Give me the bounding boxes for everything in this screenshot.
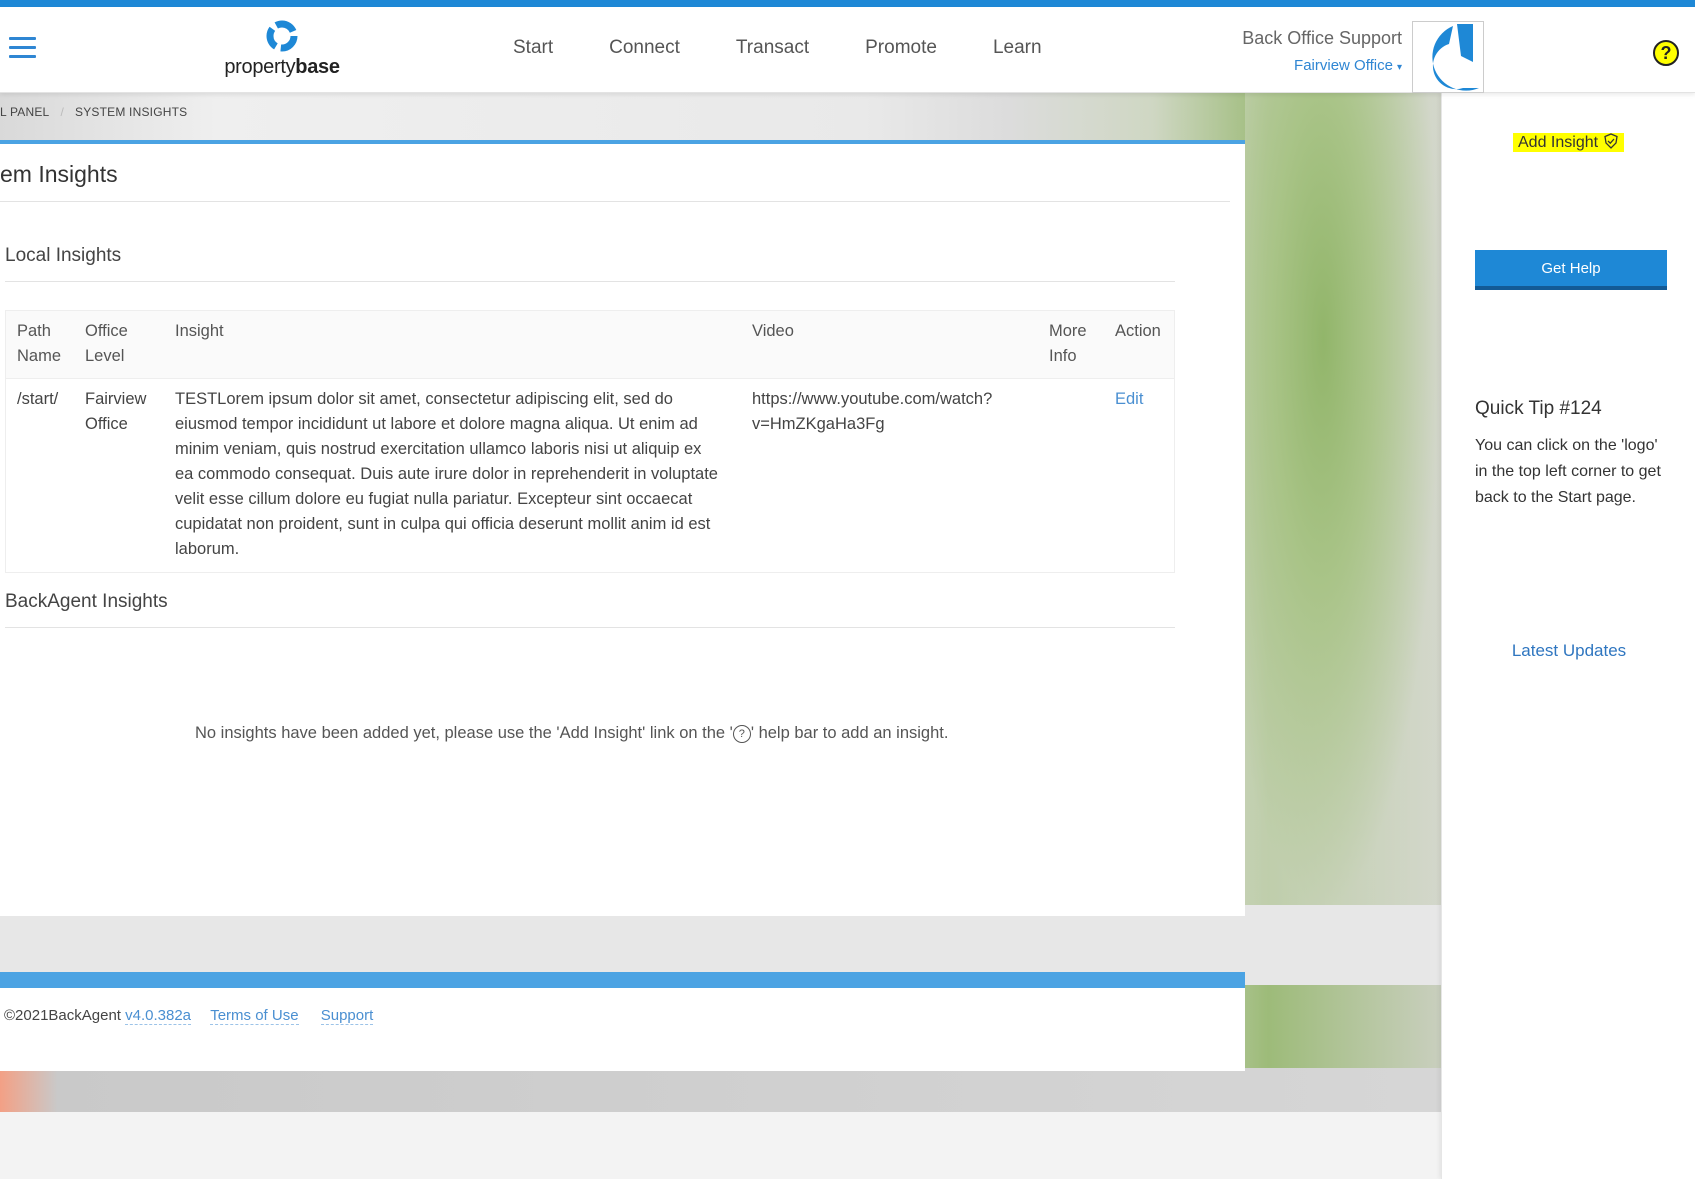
- terms-link[interactable]: Terms of Use: [210, 1007, 299, 1025]
- office-name: Fairview Office: [1294, 57, 1393, 74]
- propertybase-logo[interactable]: propertybase: [222, 19, 342, 85]
- col-action: Action: [1115, 322, 1161, 340]
- page-bottom-area: [0, 1112, 1441, 1179]
- top-accent-bar: [0, 0, 1695, 7]
- chevron-down-icon: ▾: [1396, 62, 1402, 73]
- logo-mark-icon: [266, 20, 298, 52]
- divider: [0, 201, 1230, 202]
- table-header-row: Path Name Office Level Insight Video More I…: [5, 310, 1175, 379]
- col-path-name: Path Name: [17, 322, 62, 365]
- cell-office: Fairview Office: [85, 390, 147, 433]
- footer: ©2021BackAgent v4.0.382a Terms of Use Su…: [0, 988, 1245, 1071]
- nav-start[interactable]: Start: [513, 37, 553, 59]
- col-video: Video: [752, 322, 794, 340]
- shield-check-icon: [1603, 133, 1618, 149]
- copyright: ©2021BackAgent: [4, 1007, 126, 1024]
- logo-text: propertybase: [224, 56, 340, 78]
- nav-connect[interactable]: Connect: [609, 37, 680, 59]
- backagent-insights-heading: BackAgent Insights: [5, 591, 168, 612]
- app-header: propertybase Start Connect Transact Prom…: [0, 7, 1695, 93]
- breadcrumb-item-system-insights: SYSTEM INSIGHTS: [74, 105, 188, 119]
- add-insight-link[interactable]: Add Insight: [1513, 133, 1624, 152]
- divider: [5, 281, 1175, 282]
- col-more-info: More Info: [1049, 322, 1087, 365]
- col-office-level: Office Level: [85, 322, 128, 365]
- breadcrumb: L PANEL / SYSTEM INSIGHTS: [0, 105, 187, 119]
- local-insights-heading: Local Insights: [5, 245, 122, 266]
- support-link[interactable]: Support: [320, 1007, 374, 1025]
- quick-tip-title: Quick Tip #124: [1475, 398, 1602, 419]
- footer-accent-bar: [0, 972, 1245, 988]
- user-name: Back Office Support: [1242, 28, 1402, 48]
- cell-action: Edit: [1104, 379, 1175, 573]
- empty-insights-message: No insights have been added yet, please …: [195, 724, 949, 743]
- breadcrumb-separator: /: [60, 105, 64, 119]
- hamburger-menu-icon[interactable]: [9, 37, 36, 61]
- office-dropdown[interactable]: Fairview Office ▾: [1242, 57, 1402, 74]
- cell-more-info: [1038, 379, 1104, 573]
- latest-updates-link[interactable]: Latest Updates: [1442, 641, 1695, 661]
- quick-tip-body: You can click on the 'logo' in the top l…: [1475, 437, 1661, 506]
- nav-learn[interactable]: Learn: [993, 37, 1042, 59]
- cell-video: https://www.youtube.com/watch? v=HmZKgaHa…: [752, 390, 993, 433]
- cell-path: /start/: [17, 390, 59, 408]
- avatar[interactable]: [1412, 21, 1484, 93]
- nav-promote[interactable]: Promote: [865, 37, 937, 59]
- col-insight: Insight: [175, 322, 224, 340]
- nav-transact[interactable]: Transact: [736, 37, 809, 59]
- table-row: /start/ Fairview Office TESTLorem ipsum d…: [6, 379, 1175, 573]
- footer-text: ©2021BackAgent v4.0.382a Terms of Use Su…: [4, 1007, 374, 1025]
- background-tree: [1245, 93, 1441, 913]
- divider: [5, 627, 1175, 628]
- edit-link[interactable]: Edit: [1115, 390, 1143, 408]
- user-info: Back Office Support Fairview Office ▾: [1242, 28, 1402, 74]
- help-sidebar: Add Insight Get Help Quick Tip #124 You …: [1441, 93, 1695, 1179]
- add-insight-label: Add Insight: [1518, 134, 1599, 151]
- main-nav: Start Connect Transact Promote Learn: [513, 37, 1098, 59]
- help-icon[interactable]: ?: [1653, 40, 1679, 66]
- avatar-logo-icon: [1432, 24, 1479, 91]
- local-insights-table: Path Name Office Level Insight Video More I…: [5, 310, 1175, 573]
- cell-insight: TESTLorem ipsum dolor sit amet, consecte…: [175, 390, 718, 558]
- insights-panel: em Insights Local Insights Path Name Offi…: [0, 140, 1245, 916]
- get-help-button[interactable]: Get Help: [1475, 250, 1667, 290]
- help-circle-icon: ?: [732, 725, 751, 743]
- page-title: em Insights: [0, 161, 118, 187]
- version-link[interactable]: v4.0.382a: [125, 1007, 192, 1025]
- background-bottom: [0, 1068, 1441, 1112]
- breadcrumb-item-panel[interactable]: L PANEL: [0, 105, 49, 119]
